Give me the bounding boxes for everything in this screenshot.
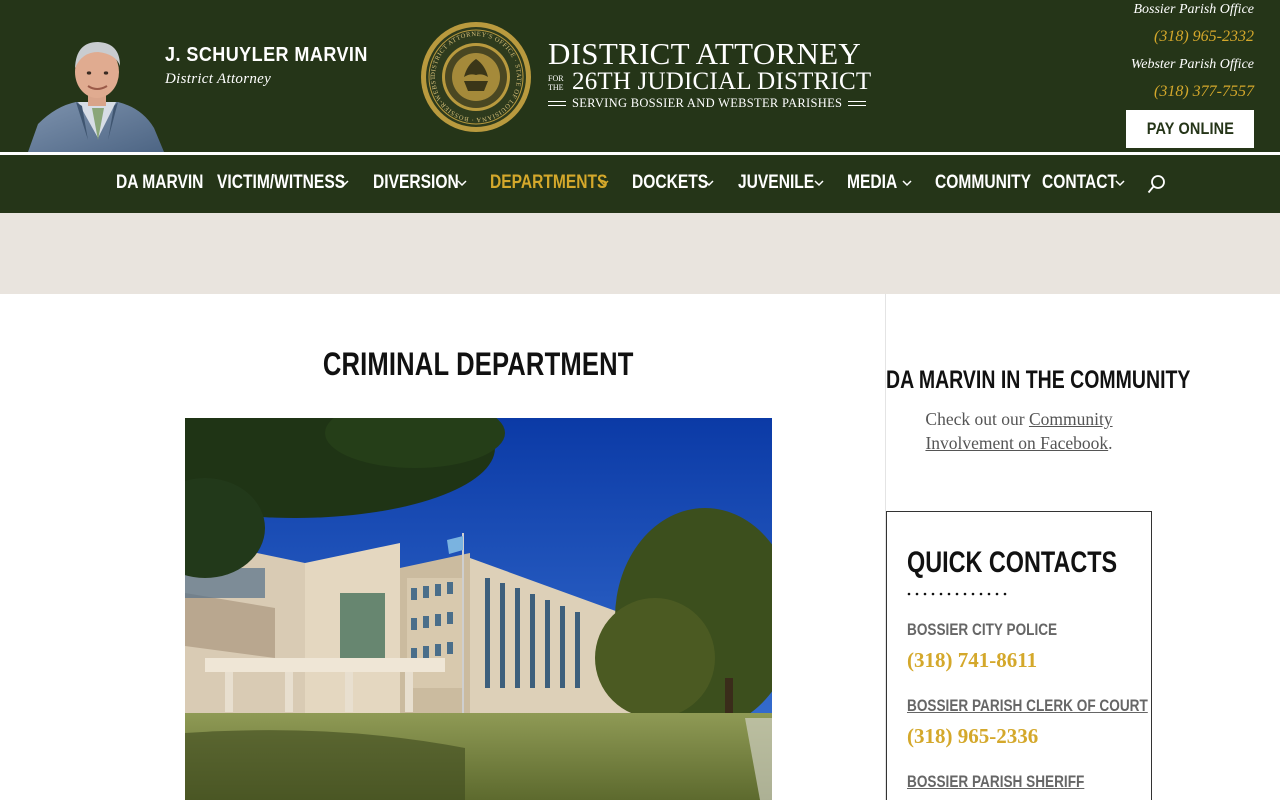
da-portrait [28,42,164,152]
contact-link-clerk-of-court[interactable]: BOSSIER PARISH CLERK OF COURT [907,696,1208,716]
nav-label: DA MARVIN [116,172,204,193]
tagline-rule-left [548,101,566,106]
community-text-before: Check out our [925,409,1029,429]
chevron-down-icon [339,180,349,187]
logo-district: 26TH JUDICIAL DISTRICT [572,68,872,95]
bossier-office-label: Bossier Parish Office [1133,2,1254,17]
quick-contacts-widget: QUICK CONTACTS BOSSIER CITY POLICE (318)… [886,511,1152,800]
logo-tagline: SERVING BOSSIER AND WEBSTER PARISHES [572,96,843,110]
webster-office-label: Webster Parish Office [1130,57,1254,72]
contact-phone-bossier-city-police[interactable]: (318) 741-8611 [907,648,1037,673]
community-title-text: DA MARVIN IN THE COMMUNITY [886,366,1191,394]
nav-item-victim-witness[interactable]: VICTIM/WITNESS [217,155,373,211]
logo-tagline-row: SERVING BOSSIER AND WEBSTER PARISHES [548,96,868,111]
community-widget-title: DA MARVIN IN THE COMMUNITY [886,366,1190,395]
chevron-down-icon [704,180,714,187]
pay-online-button[interactable]: PAY ONLINE [1126,110,1254,148]
main-nav: DA MARVIN VICTIM/WITNESS DIVERSION DEPAR… [0,155,1280,213]
dotted-divider [907,592,1007,596]
contact-name-bossier-city-police: BOSSIER CITY POLICE [907,620,1095,640]
quick-contacts-title: QUICK CONTACTS [907,546,1176,580]
contact-link-parish-sheriff[interactable]: BOSSIER PARISH SHERIFF [907,772,1129,792]
nav-label: VICTIM/WITNESS [217,172,346,193]
nav-item-media[interactable]: MEDIA [847,155,912,211]
contact-name-text: BOSSIER PARISH SHERIFF [907,772,1085,791]
page-title-text: CRIMINAL DEPARTMENT [323,346,634,382]
nav-item-diversion[interactable]: DIVERSION [373,155,478,211]
nav-label: MEDIA [847,172,898,193]
community-text-after: . [1108,433,1113,453]
search-icon[interactable] [1147,173,1167,195]
contact-phone-clerk-of-court[interactable]: (318) 965-2336 [907,724,1038,749]
chevron-down-icon [1115,180,1125,187]
nav-label: COMMUNITY [935,172,1032,193]
chevron-down-icon [814,180,824,187]
pay-online-label: PAY ONLINE [1146,119,1234,138]
nav-item-departments[interactable]: DEPARTMENTS [490,155,633,211]
nav-label: DIVERSION [373,172,459,193]
chevron-down-icon [902,180,912,187]
chevron-down-icon [457,180,467,187]
nav-item-juvenile[interactable]: JUVENILE [738,155,831,211]
page-title: CRIMINAL DEPARTMENT [185,346,772,383]
nav-label: DEPARTMENTS [490,172,608,193]
community-widget-text: Check out our Community Involvement on F… [886,407,1152,455]
nav-item-community[interactable]: COMMUNITY [935,155,1052,211]
logo-for-the: FOR THE [548,74,564,92]
site-header: J. SCHUYLER MARVIN District Attorney DIS… [0,0,1280,152]
nav-label: DOCKETS [632,172,709,193]
quick-contacts-title-text: QUICK CONTACTS [907,546,1118,579]
tagline-rule-right [848,101,867,106]
chevron-down-icon [599,180,609,187]
logo-title: DISTRICT ATTORNEY [548,36,862,71]
contact-name-text: BOSSIER CITY POLICE [907,620,1058,639]
nav-label: CONTACT [1042,172,1118,193]
bossier-office-phone[interactable]: (318) 965-2332 [1154,28,1254,46]
nav-label: JUVENILE [738,172,815,193]
da-office-seal[interactable]: DISTRICT ATTORNEY'S OFFICE · STATE OF LO… [420,21,532,133]
contact-name-text: BOSSIER PARISH CLERK OF COURT [907,696,1148,715]
da-name: J. SCHUYLER MARVIN [165,44,368,66]
page-banner [0,213,1280,294]
da-title: District Attorney [165,71,272,87]
nav-item-da-marvin[interactable]: DA MARVIN [116,155,223,211]
nav-item-contact[interactable]: CONTACT [1042,155,1133,211]
courthouse-photo [185,418,772,800]
webster-office-phone[interactable]: (318) 377-7557 [1154,83,1254,101]
nav-item-dockets[interactable]: DOCKETS [632,155,725,211]
